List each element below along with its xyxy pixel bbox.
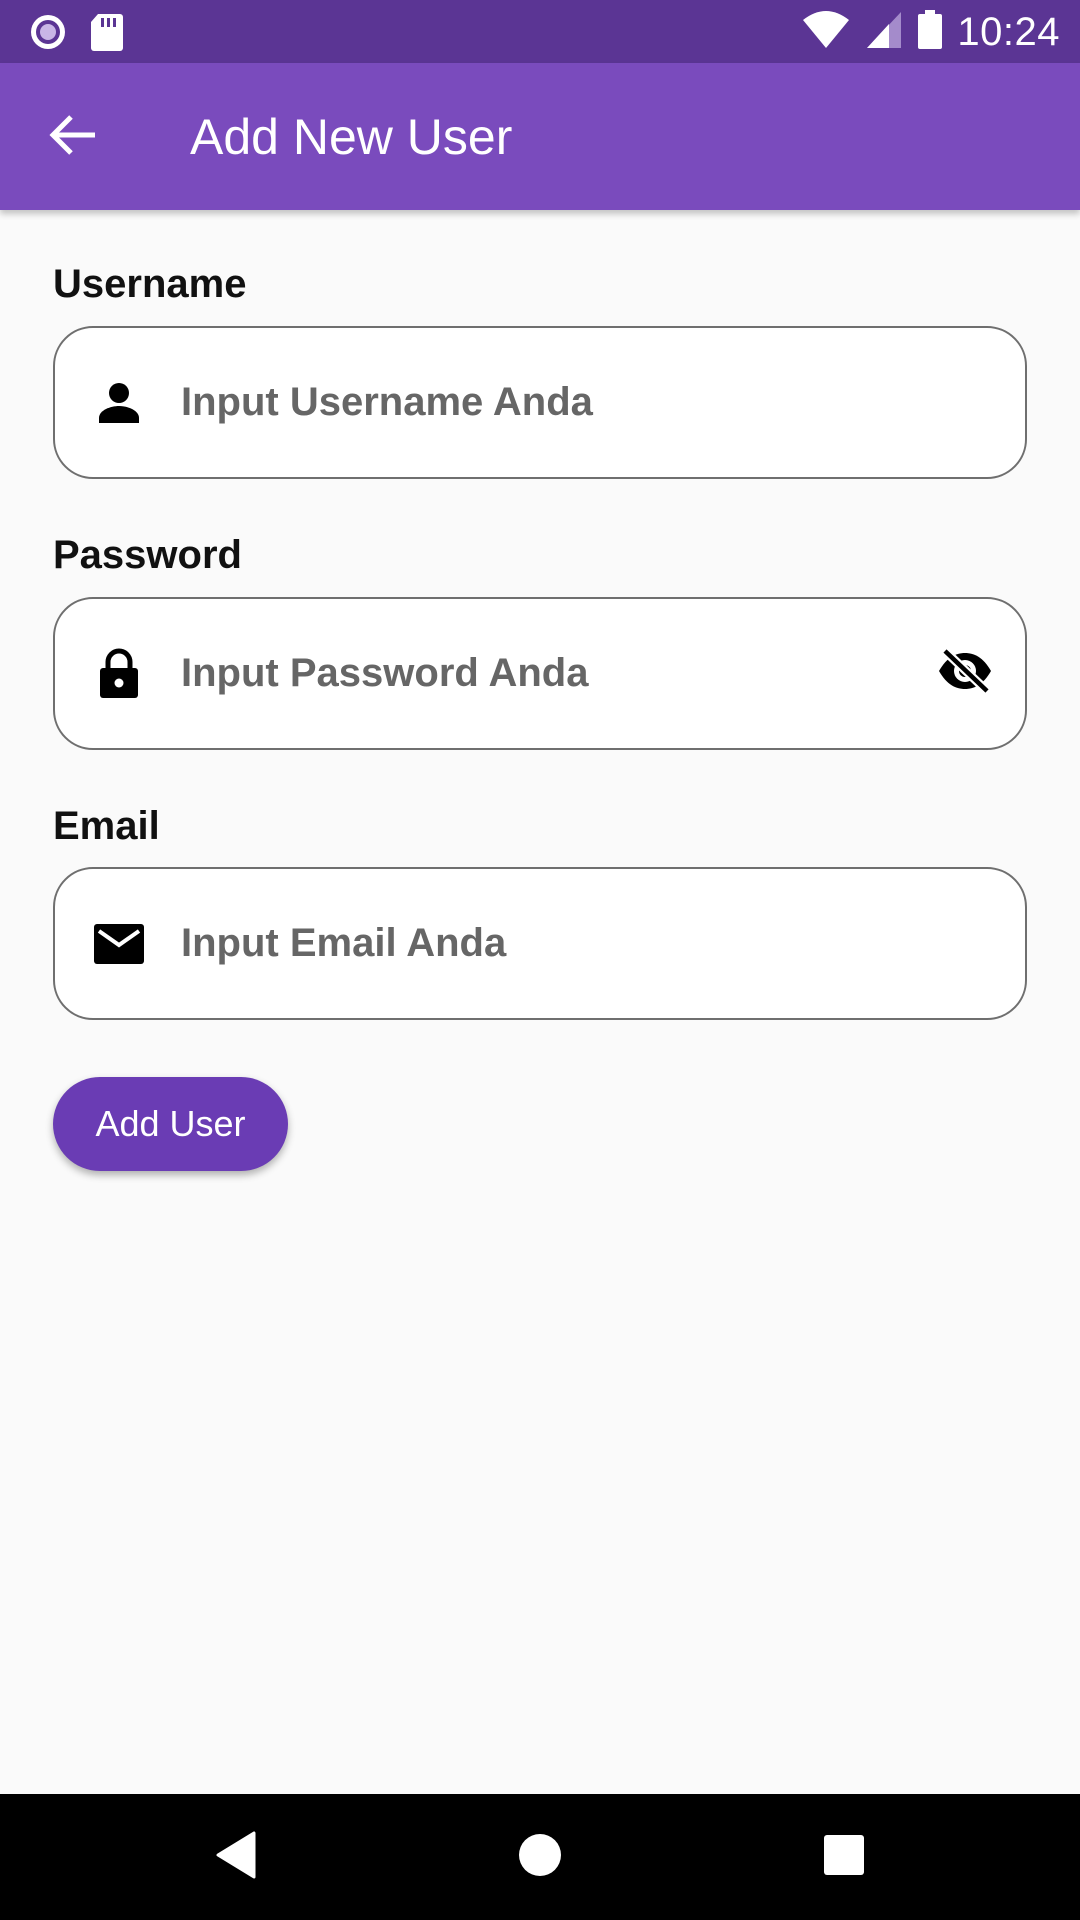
email-input[interactable] [181,869,941,1018]
back-button[interactable] [40,107,106,167]
back-triangle-icon [214,1831,258,1884]
recents-square-icon [823,1834,865,1881]
password-label: Password [53,533,242,577]
battery-icon [917,10,943,55]
home-circle-icon [517,1832,563,1883]
lock-icon [91,646,147,702]
password-input[interactable] [181,599,941,748]
record-icon [28,12,68,57]
person-icon [91,375,147,431]
status-bar: 10:24 [0,0,1080,63]
password-field[interactable] [53,597,1027,750]
username-label: Username [53,262,247,306]
mail-icon [91,916,147,972]
username-input[interactable] [181,328,941,477]
wifi-icon [801,10,851,55]
add-user-button[interactable]: Add User [53,1077,288,1171]
signal-icon [865,10,903,55]
sd-card-icon [90,12,124,57]
nav-home-button[interactable] [512,1829,568,1885]
page-title: Add New User [190,109,513,165]
email-label: Email [53,804,160,848]
nav-back-button[interactable] [208,1829,264,1885]
status-time: 10:24 [957,10,1060,54]
password-visibility-toggle[interactable] [935,644,995,704]
app-bar: Add New User [0,63,1080,210]
username-field[interactable] [53,326,1027,479]
nav-recents-button[interactable] [816,1829,872,1885]
arrow-back-icon [49,113,97,162]
navigation-bar [0,1794,1080,1920]
visibility-off-icon [937,647,993,700]
email-field[interactable] [53,867,1027,1020]
